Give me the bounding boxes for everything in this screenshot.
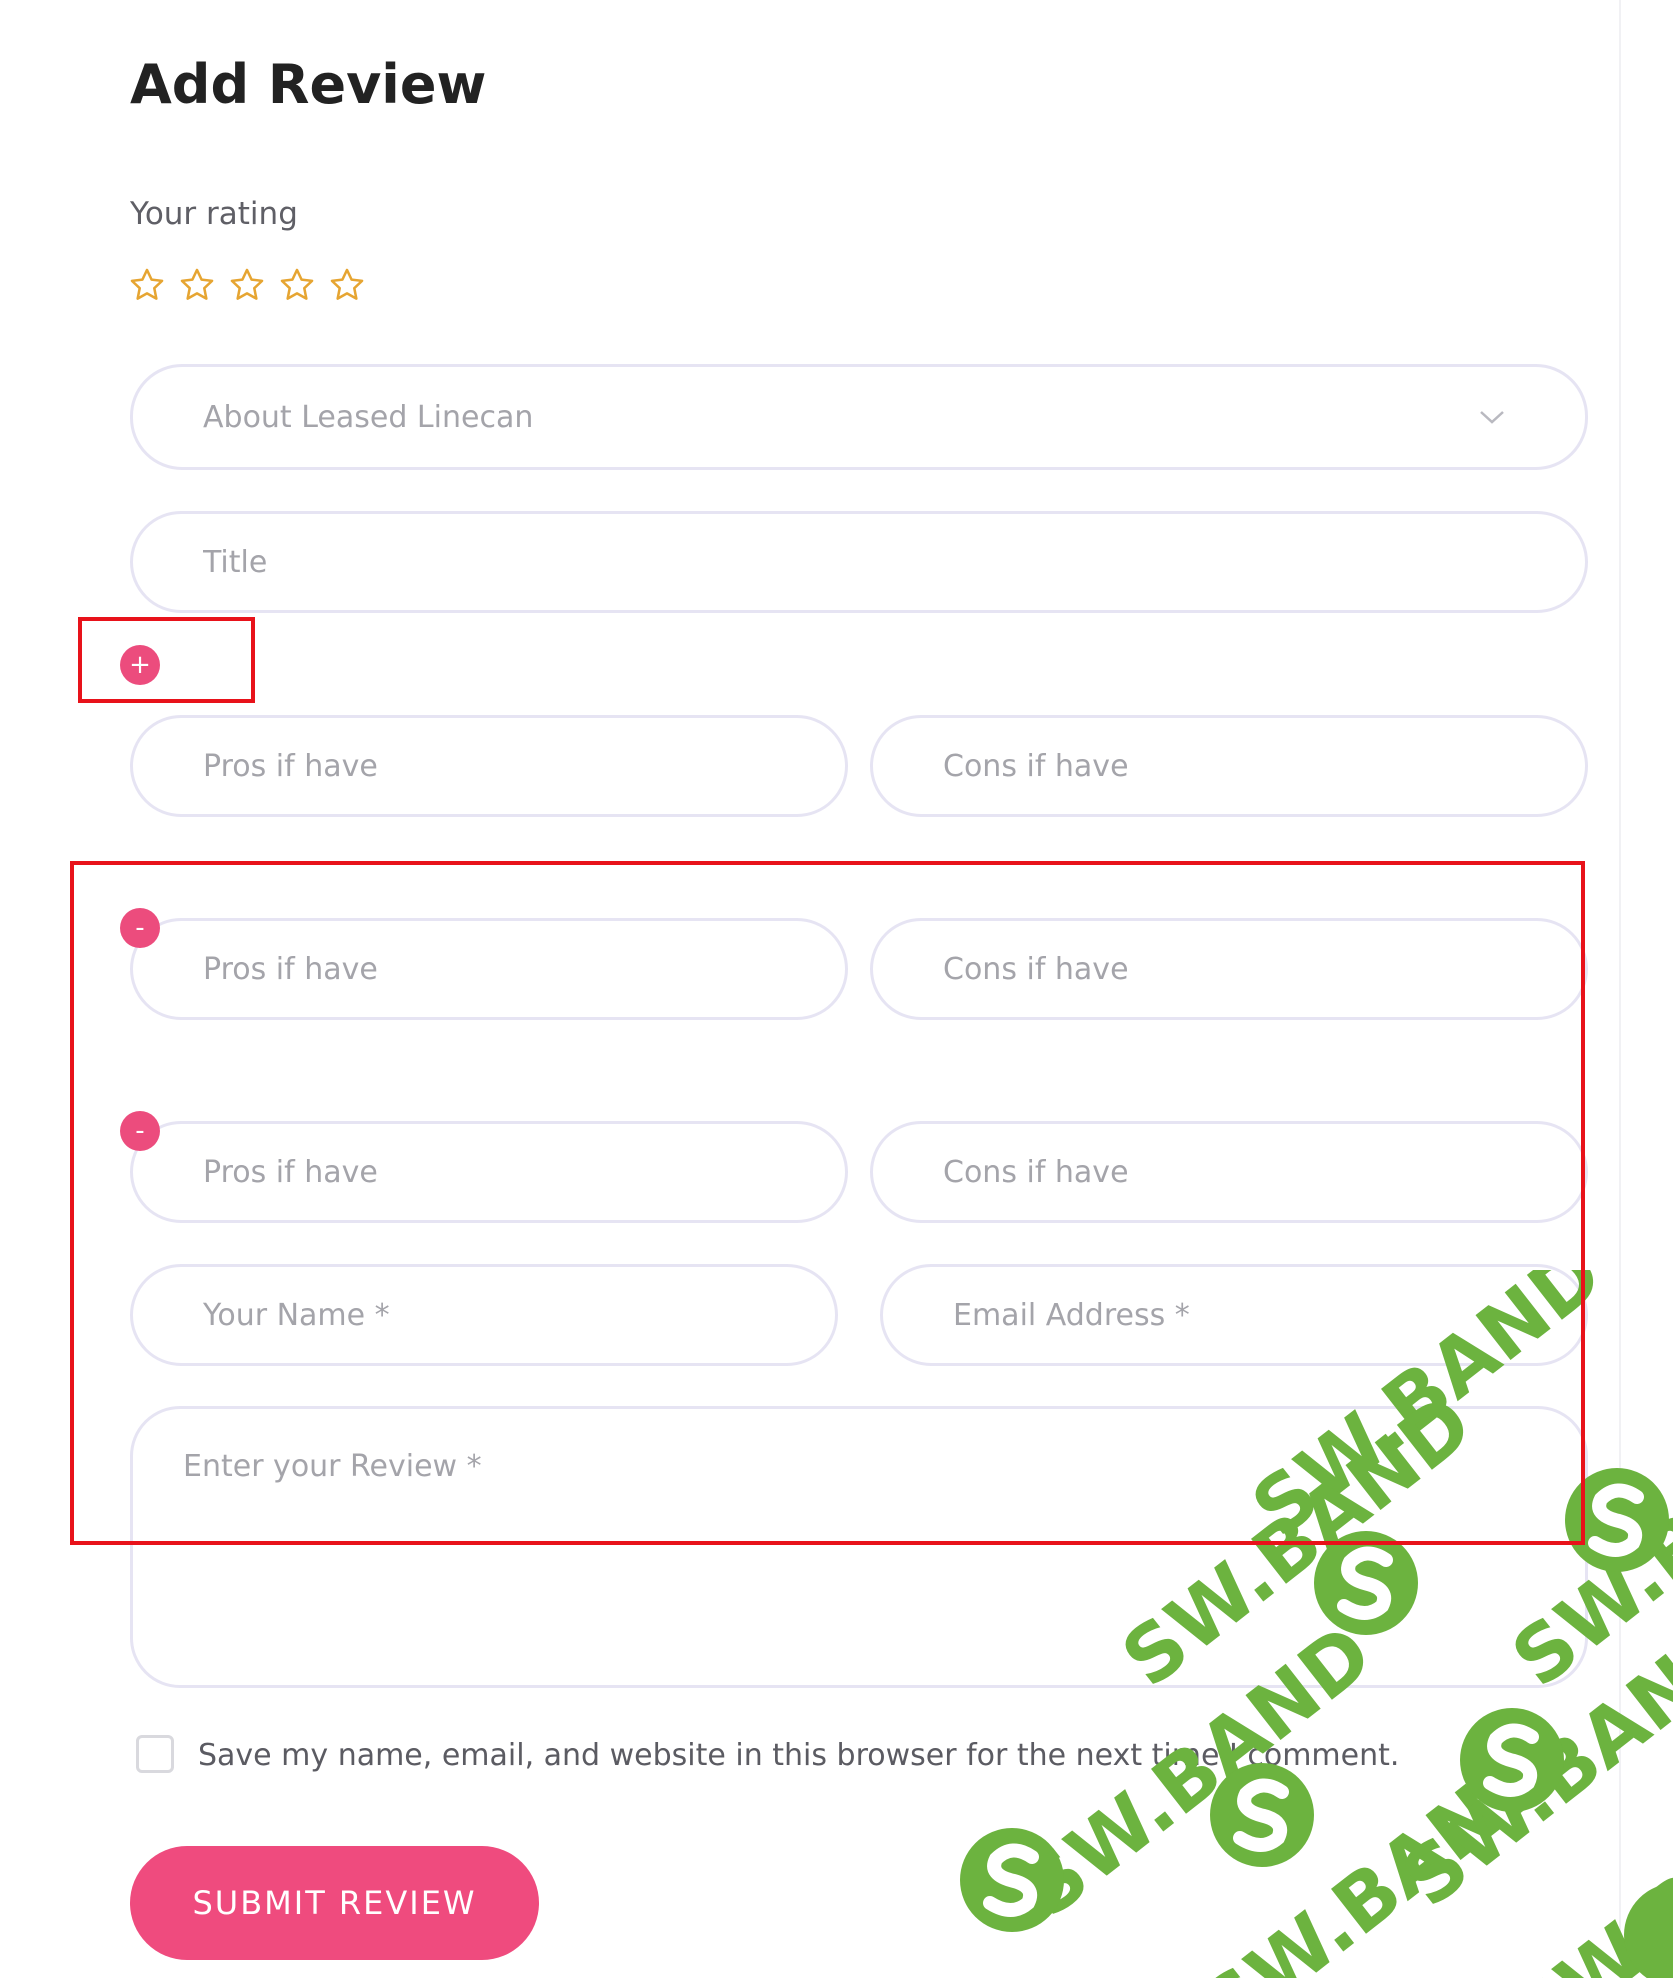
svg-text:SW.BAND: SW.BAND [1496, 1738, 1673, 1978]
star-rating[interactable] [128, 266, 366, 304]
rating-label: Your rating [130, 196, 298, 232]
pros-input[interactable] [130, 715, 848, 817]
star-icon[interactable] [228, 266, 266, 304]
cons-input[interactable] [870, 1121, 1588, 1223]
pros-input[interactable] [130, 1121, 848, 1223]
content-divider [1619, 0, 1621, 1978]
submit-review-button[interactable]: SUBMIT REVIEW [130, 1846, 539, 1960]
cons-input[interactable] [870, 918, 1588, 1020]
name-input[interactable] [130, 1264, 838, 1366]
highlight-box-add-button [78, 617, 255, 703]
remove-pros-cons-button[interactable]: - [120, 1111, 160, 1151]
save-info-label: Save my name, email, and website in this… [198, 1738, 1400, 1773]
title-input[interactable] [130, 511, 1588, 613]
cons-input[interactable] [870, 715, 1588, 817]
save-info-checkbox[interactable] [136, 1735, 174, 1773]
page-title: Add Review [130, 53, 487, 116]
review-textarea[interactable] [130, 1406, 1588, 1688]
star-icon[interactable] [178, 266, 216, 304]
pros-input[interactable] [130, 918, 848, 1020]
star-icon[interactable] [128, 266, 166, 304]
add-pros-cons-button[interactable]: + [120, 645, 160, 685]
about-select-value: About Leased Linecan [203, 399, 534, 435]
about-select[interactable]: About Leased Linecan [130, 364, 1588, 470]
remove-pros-cons-button[interactable]: - [120, 908, 160, 948]
star-icon[interactable] [328, 266, 366, 304]
star-icon[interactable] [278, 266, 316, 304]
email-input[interactable] [880, 1264, 1588, 1366]
chevron-down-icon [1480, 411, 1504, 424]
